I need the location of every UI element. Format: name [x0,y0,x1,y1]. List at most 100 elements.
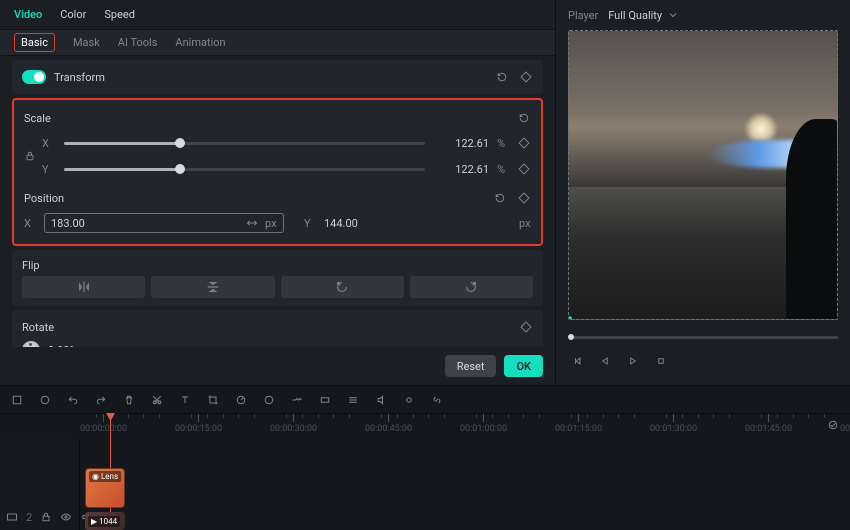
subtab-mask[interactable]: Mask [73,36,100,49]
player-quality-value: Full Quality [608,9,662,22]
scale-label: Scale [24,112,51,125]
flip-vertical-button[interactable] [151,276,274,298]
ruler-tick: 00:00:15:00 [175,414,222,434]
sub-tabs: Basic Mask AI Tools Animation [0,30,555,56]
player-label: Player [568,9,598,22]
reset-button[interactable]: Reset [445,355,497,377]
rotate-cw-button[interactable] [410,276,533,298]
main-tabs: Video Color Speed [0,0,555,30]
tl-crop2-icon[interactable] [206,393,220,407]
clip-1044[interactable]: ▶1044 [85,512,125,530]
rotate-ccw-button[interactable] [281,276,404,298]
timeline-settings-icon[interactable] [826,418,840,432]
ruler-tick: 00:01:45:00 [745,414,792,434]
scale-y-label: Y [42,163,56,176]
tl-redo-icon[interactable] [94,393,108,407]
player-panel: Player Full Quality [555,0,850,385]
player-scrubber[interactable] [568,336,838,339]
transform-handle[interactable] [568,316,572,320]
transform-toggle[interactable] [22,70,46,84]
tab-speed[interactable]: Speed [104,8,135,21]
subtab-ai[interactable]: AI Tools [118,36,158,49]
tl-link-icon[interactable] [430,393,444,407]
transform-keyframe[interactable] [519,70,533,84]
ok-button[interactable]: OK [504,355,543,377]
scale-y-value[interactable]: 122.61 [433,163,489,176]
ruler-tick: 00:00:00:00 [80,414,127,434]
transform-reset-icon[interactable] [495,70,509,84]
scale-x-slider[interactable] [64,142,425,145]
position-x-value: 183.00 [51,217,85,230]
position-label: Position [24,192,64,205]
scale-x-value[interactable]: 122.61 [433,137,489,150]
tl-lasso-icon[interactable] [38,393,52,407]
clip-lens[interactable]: ◉Lens [85,468,125,508]
tl-mark-icon[interactable] [318,393,332,407]
player-controls [556,348,850,374]
scale-y-slider[interactable] [64,168,425,171]
ruler-tick: 00:02:00 [840,414,850,434]
position-x-field[interactable]: 183.00 px [44,213,284,233]
position-x-scrub-icon[interactable] [245,216,259,230]
ruler-tick: 00:01:30:00 [650,414,697,434]
preview-canvas[interactable] [568,30,838,320]
flip-label: Flip [22,259,40,272]
scale-y-keyframe[interactable] [517,162,531,176]
tl-crop-icon[interactable] [10,393,24,407]
play-icon[interactable] [626,354,640,368]
tl-delete-icon[interactable] [122,393,136,407]
track-header: 2 [0,438,80,530]
tab-video[interactable]: Video [14,8,42,21]
tl-undo-icon[interactable] [66,393,80,407]
timeline-ruler[interactable]: 00:00:00:00 00:00:15:00 00:00:30:00 00:00:4… [80,414,850,438]
tl-speed-icon[interactable] [234,393,248,407]
tab-color[interactable]: Color [60,8,86,21]
scale-x-label: X [42,137,56,150]
player-quality-select[interactable]: Full Quality [608,8,680,22]
tl-cut-icon[interactable] [150,393,164,407]
scale-position-highlight: Scale X 122.61 [12,98,543,246]
rotate-label: Rotate [22,321,54,334]
position-y-label: Y [304,217,314,230]
scale-x-keyframe[interactable] [517,136,531,150]
track-video-icon[interactable] [6,510,18,524]
tl-track-icon[interactable] [346,393,360,407]
scale-x-unit: % [497,137,509,150]
track-badge: 2 [26,511,32,524]
scale-reset-icon[interactable] [517,111,531,125]
transform-section: Transform [12,60,543,94]
properties-panel: Video Color Speed Basic Mask AI Tools An… [0,0,555,385]
flip-horizontal-button[interactable] [22,276,145,298]
flip-section: Flip [12,250,543,306]
scale-lock-icon[interactable] [23,149,37,163]
position-reset-icon[interactable] [493,191,507,205]
track-lock-icon[interactable] [40,510,52,524]
tl-key-icon[interactable] [290,393,304,407]
track-visible-icon[interactable] [60,510,72,524]
rotate-dial[interactable] [22,341,40,347]
position-y-value[interactable]: 144.00 [324,217,384,230]
stop-icon[interactable] [654,354,668,368]
timeline-toolbar [0,386,850,414]
position-y-unit: px [519,217,531,230]
position-x-label: X [24,217,34,230]
rotate-section: Rotate 0.00° [12,310,543,347]
tl-text-icon[interactable] [178,393,192,407]
subtab-basic[interactable]: Basic [14,33,55,52]
prev-frame-icon[interactable] [570,354,584,368]
play-reverse-icon[interactable] [598,354,612,368]
tl-color-icon[interactable] [262,393,276,407]
clip-fx-icon: ◉ [92,472,99,481]
ruler-tick: 00:00:30:00 [270,414,317,434]
tl-record-icon[interactable] [402,393,416,407]
timeline: 00:00:00:00 00:00:15:00 00:00:30:00 00:00:4… [0,385,850,530]
timeline-tracks[interactable]: 2 ◉Lens ▶1044 [0,438,850,530]
footer-buttons: Reset OK [0,347,555,385]
position-keyframe[interactable] [517,191,531,205]
rotate-keyframe[interactable] [519,320,533,334]
tl-audio-icon[interactable] [374,393,388,407]
ruler-tick: 00:00:45:00 [365,414,412,434]
subtab-animation[interactable]: Animation [175,36,225,49]
clip-lens-label: Lens [101,472,118,481]
clip-1044-label: 1044 [99,517,117,526]
